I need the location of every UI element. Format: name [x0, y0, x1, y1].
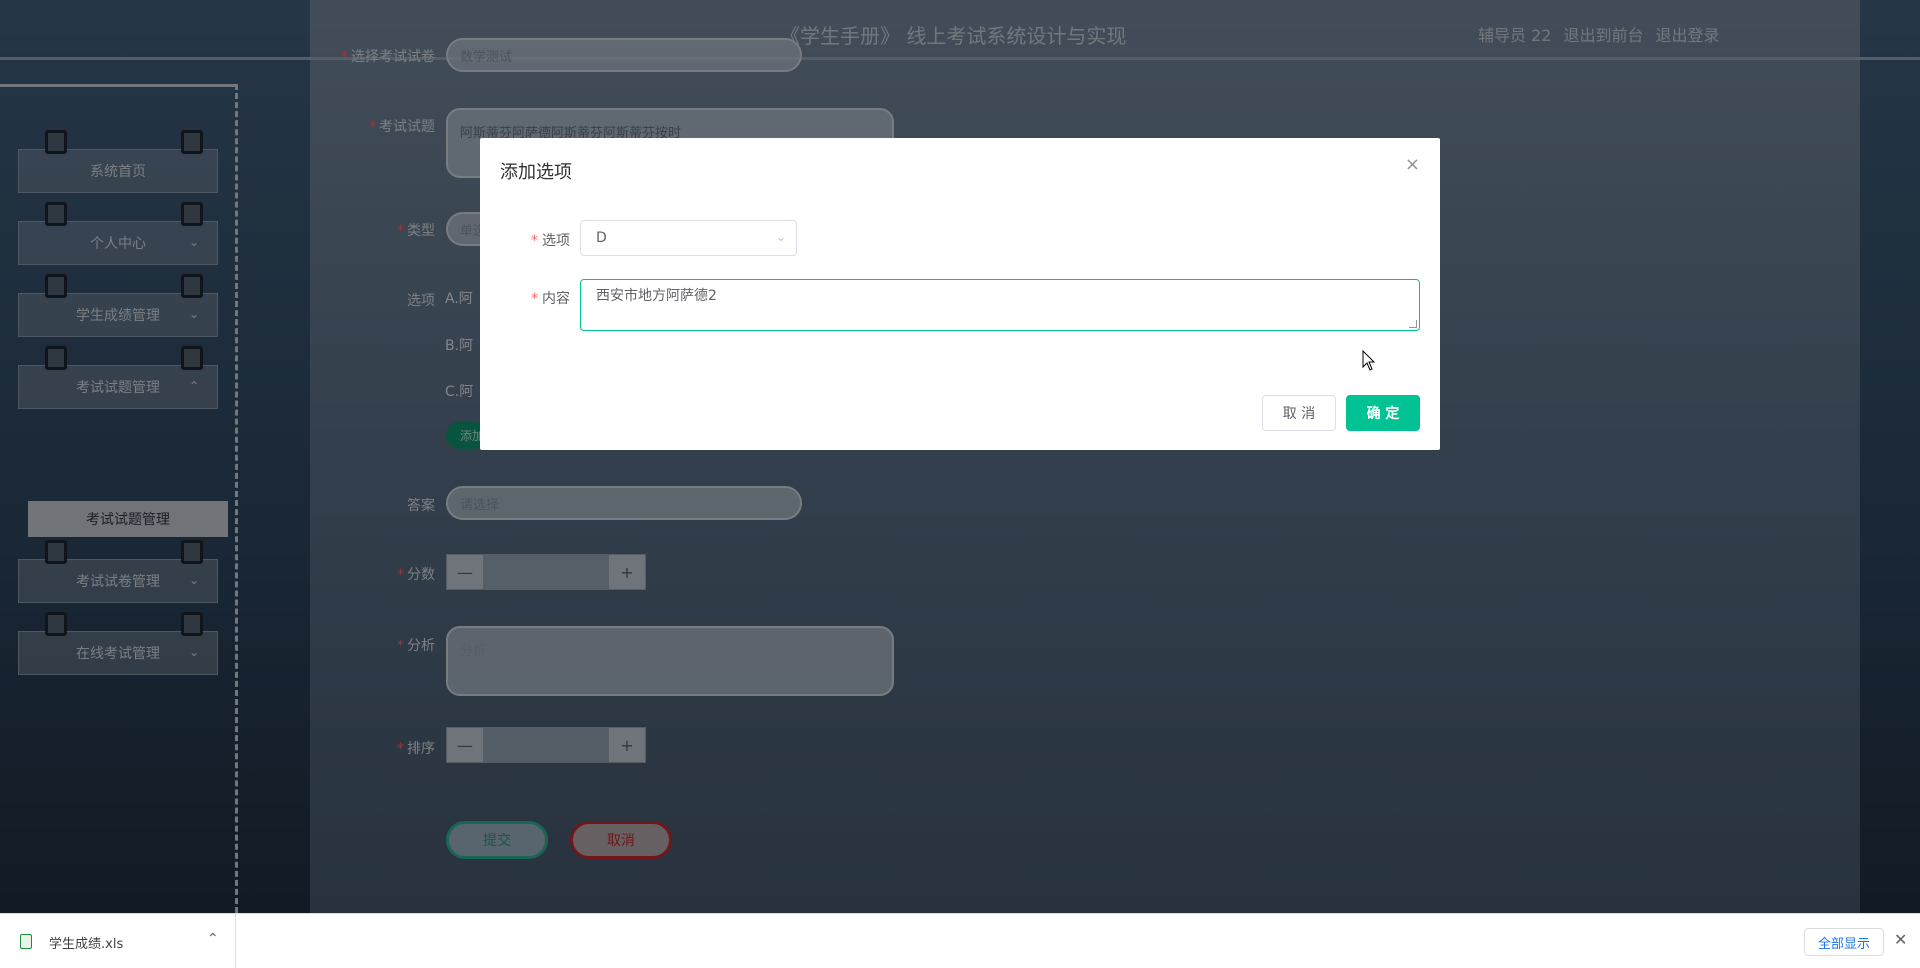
content-field-label: * 内容: [531, 291, 570, 307]
download-file-name: 学生成绩.xls: [49, 937, 124, 952]
chevron-down-icon: ⌄: [775, 230, 786, 244]
resize-handle-icon[interactable]: [1409, 320, 1417, 328]
dialog-title: 添加选项: [500, 162, 572, 183]
chevron-up-icon[interactable]: ⌃: [207, 931, 219, 947]
modal-overlay[interactable]: [0, 0, 1920, 913]
add-option-dialog: 添加选项 × * 选项 D ⌄ * 内容 西安市地方阿萨德2 取 消 确 定: [480, 138, 1440, 450]
option-field-label: * 选项: [531, 233, 570, 249]
dialog-cancel-button[interactable]: 取 消: [1262, 395, 1336, 431]
dialog-confirm-button[interactable]: 确 定: [1346, 395, 1420, 431]
download-item[interactable]: 学生成绩.xls ⌃: [0, 914, 236, 968]
close-icon[interactable]: ×: [1405, 154, 1420, 175]
mouse-cursor-icon: [1362, 350, 1376, 371]
close-icon[interactable]: ✕: [1894, 930, 1907, 949]
spreadsheet-file-icon: [20, 934, 32, 949]
download-bar: 学生成绩.xls ⌃ 全部显示 ✕: [0, 913, 1920, 968]
content-textarea[interactable]: 西安市地方阿萨德2: [580, 279, 1420, 331]
show-all-button[interactable]: 全部显示: [1804, 928, 1884, 956]
option-select[interactable]: D ⌄: [580, 220, 797, 256]
